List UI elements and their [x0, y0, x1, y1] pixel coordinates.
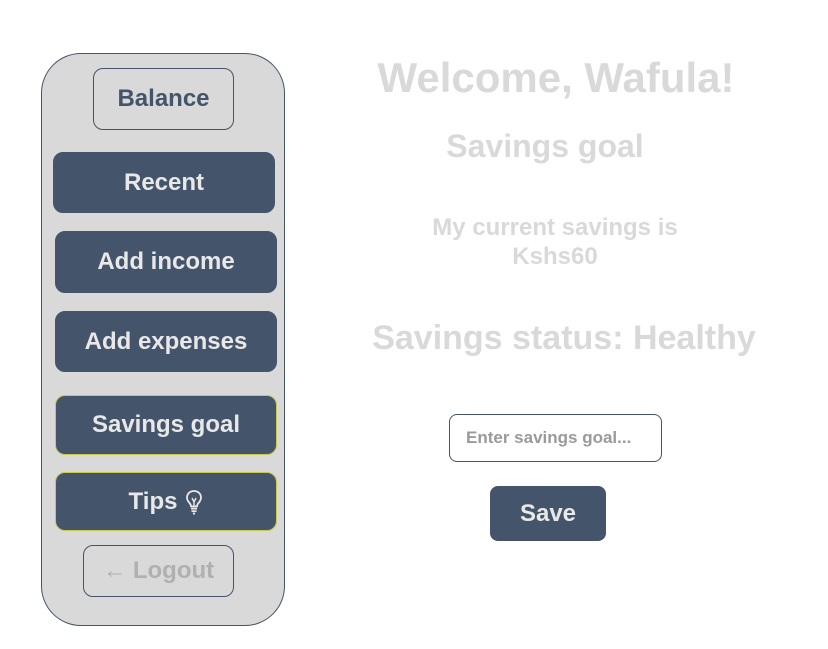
savings-status-text: Savings status: Healthy	[372, 319, 756, 357]
savings-goal-input[interactable]	[449, 414, 662, 462]
save-button-label: Save	[519, 499, 577, 527]
tips-button-label: Tips	[128, 487, 178, 515]
add-income-button[interactable]: Add income	[55, 231, 277, 293]
page-title: Savings goal	[446, 128, 644, 164]
save-button[interactable]: Save	[490, 486, 606, 541]
recent-button[interactable]: Recent	[53, 152, 275, 213]
current-savings-amount: Kshs60	[512, 243, 598, 270]
savings-goal-button[interactable]: Savings goal	[55, 395, 277, 455]
add-expenses-button-label: Add expenses	[84, 327, 248, 355]
savings-goal-page: Balance Recent Add income Add expenses S…	[0, 0, 828, 649]
logout-button-label: Logout	[132, 557, 215, 584]
current-savings-text: My current savings is	[432, 214, 678, 241]
sidebar: Balance Recent Add income Add expenses S…	[41, 53, 285, 626]
balance-button[interactable]: Balance	[93, 68, 234, 130]
lightbulb-icon	[185, 489, 203, 515]
tips-button[interactable]: Tips	[55, 472, 277, 531]
balance-button-label: Balance	[117, 85, 210, 112]
savings-goal-button-label: Savings goal	[91, 411, 241, 438]
arrow-left-icon: ←	[102, 557, 127, 584]
welcome-heading: Welcome, Wafula!	[377, 54, 735, 101]
logout-button[interactable]: ← Logout	[83, 545, 234, 597]
add-income-button-label: Add income	[97, 248, 235, 275]
recent-button-label: Recent	[123, 168, 205, 196]
add-expenses-button[interactable]: Add expenses	[55, 311, 277, 372]
